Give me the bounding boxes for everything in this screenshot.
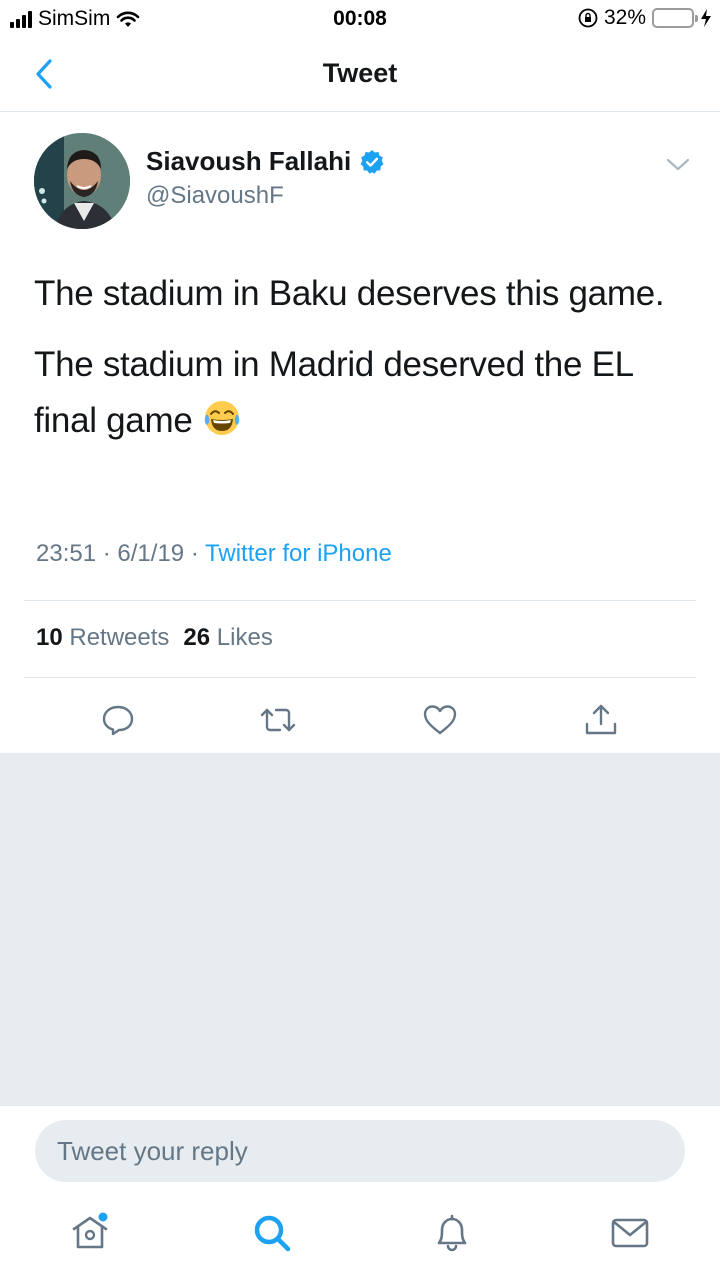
status-bar: SimSim 00:08 32% (0, 0, 720, 38)
tweet-paragraph-2: The stadium in Madrid deserved the EL fi… (34, 337, 694, 449)
page-title: Tweet (322, 58, 398, 88)
retweet-icon (260, 708, 296, 732)
battery-percent: 32% (603, 6, 646, 29)
divider (24, 677, 696, 678)
reply-button[interactable] (96, 698, 140, 742)
author-name[interactable]: Siavoush Fallahi (146, 146, 385, 177)
tab-home[interactable] (68, 1211, 112, 1255)
share-button[interactable] (579, 698, 623, 742)
retweets-stat[interactable]: 10 Retweets (36, 624, 169, 652)
envelope-icon (611, 1218, 649, 1248)
status-right: 32% (578, 6, 712, 30)
avatar[interactable] (34, 133, 130, 229)
likes-stat[interactable]: 26 Likes (183, 624, 272, 652)
tab-notifications[interactable] (430, 1211, 474, 1255)
like-button[interactable] (418, 698, 462, 742)
reply-input[interactable] (35, 1120, 685, 1182)
meta-separator: · (190, 540, 199, 567)
tweet-source-link[interactable]: Twitter for iPhone (205, 540, 392, 567)
author-name-text: Siavoush Fallahi (146, 146, 352, 176)
bell-icon (437, 1214, 467, 1252)
orientation-lock-icon (578, 8, 598, 28)
profile-photo (34, 133, 130, 229)
reply-bar (0, 1105, 720, 1195)
retweet-button[interactable] (256, 698, 300, 742)
likes-label: Likes (216, 624, 273, 651)
retweets-label: Retweets (69, 624, 170, 651)
chevron-down-icon[interactable] (664, 155, 692, 175)
tab-bar (0, 1195, 720, 1280)
meta-separator: · (102, 540, 111, 567)
likes-count: 26 (183, 624, 211, 651)
search-icon (254, 1215, 291, 1252)
battery-icon (652, 8, 698, 28)
home-icon (72, 1212, 108, 1249)
tab-messages[interactable] (608, 1211, 652, 1255)
tweet-text: The stadium in Baku deserves this game. … (34, 266, 694, 464)
tweet-date: 6/1/19 (117, 540, 185, 567)
replies-area (0, 753, 720, 1105)
author-handle[interactable]: @SiavoushF (146, 182, 284, 210)
reply-bubble-icon (102, 705, 134, 736)
navigation-bar: Tweet (0, 38, 720, 112)
heart-icon (423, 705, 457, 735)
tweet-paragraph-1: The stadium in Baku deserves this game. (34, 274, 665, 313)
tab-search[interactable] (250, 1211, 294, 1255)
divider (24, 600, 696, 601)
tweet-time: 23:51 (36, 540, 97, 567)
tweet-actions (0, 692, 720, 752)
share-icon (585, 704, 617, 735)
tweet-meta: 23:51 · 6/1/19 · Twitter for iPhone (36, 540, 392, 568)
tweet-stats: 10 Retweets 26 Likes (36, 624, 273, 652)
retweets-count: 10 (36, 624, 63, 651)
tweet-paragraph-2-text: The stadium in Madrid deserved the EL fi… (34, 345, 633, 440)
tears-of-joy-emoji-icon (204, 401, 240, 435)
charging-icon (701, 9, 711, 27)
verified-badge-icon (360, 149, 384, 174)
